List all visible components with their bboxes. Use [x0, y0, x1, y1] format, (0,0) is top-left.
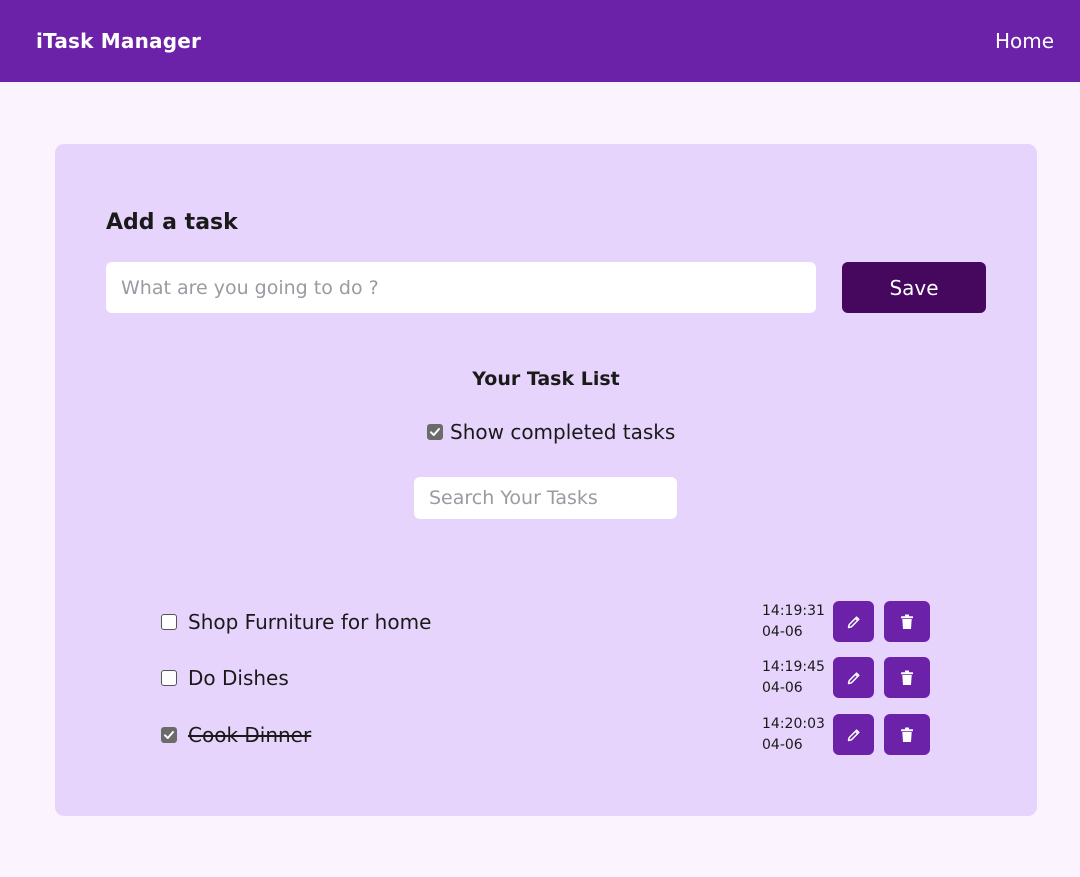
task-row: Cook Dinner 14:20:03 04-06 — [161, 714, 931, 756]
task-date: 04-06 — [762, 737, 803, 753]
show-completed-label: Show completed tasks — [450, 420, 676, 444]
show-completed-checkbox[interactable] — [427, 424, 443, 440]
task-card: Add a task Save Your Task List Show comp… — [55, 144, 1037, 816]
task-date: 04-06 — [762, 680, 803, 696]
trash-icon — [901, 727, 913, 742]
task-date: 04-06 — [762, 624, 803, 640]
check-icon — [164, 731, 174, 739]
show-completed-toggle[interactable]: Show completed tasks — [427, 420, 675, 444]
nav-home-link[interactable]: Home — [995, 29, 1054, 53]
pencil-icon — [847, 615, 860, 628]
trash-icon — [901, 614, 913, 629]
navbar: iTask Manager Home — [0, 0, 1080, 82]
delete-button[interactable] — [884, 657, 930, 698]
task-time: 14:20:03 — [762, 716, 825, 732]
task-time: 14:19:45 — [762, 659, 825, 675]
pencil-icon — [847, 728, 860, 741]
task-left: Do Dishes — [161, 657, 289, 699]
pencil-icon — [847, 671, 860, 684]
task-time: 14:19:31 — [762, 603, 825, 619]
task-list-heading: Your Task List — [472, 368, 620, 390]
add-task-heading: Add a task — [106, 210, 238, 235]
task-text: Cook Dinner — [188, 723, 312, 747]
task-row: Shop Furniture for home 14:19:31 04-06 — [161, 601, 931, 643]
brand-logo[interactable]: iTask Manager — [36, 29, 201, 53]
task-checkbox[interactable] — [161, 614, 177, 630]
trash-icon — [901, 670, 913, 685]
check-icon — [430, 428, 440, 436]
task-timestamp: 14:19:31 04-06 — [762, 601, 832, 643]
task-row: Do Dishes 14:19:45 04-06 — [161, 657, 931, 699]
task-checkbox[interactable] — [161, 670, 177, 686]
edit-button[interactable] — [833, 657, 874, 698]
edit-button[interactable] — [833, 714, 874, 755]
task-input[interactable] — [106, 262, 816, 313]
search-input[interactable] — [414, 477, 677, 519]
task-left: Cook Dinner — [161, 714, 311, 756]
delete-button[interactable] — [884, 714, 930, 755]
task-checkbox[interactable] — [161, 727, 177, 743]
save-button[interactable]: Save — [842, 262, 986, 313]
task-timestamp: 14:20:03 04-06 — [762, 714, 832, 756]
delete-button[interactable] — [884, 601, 930, 642]
task-timestamp: 14:19:45 04-06 — [762, 657, 832, 699]
task-text: Shop Furniture for home — [188, 610, 432, 634]
task-left: Shop Furniture for home — [161, 601, 431, 643]
edit-button[interactable] — [833, 601, 874, 642]
task-text: Do Dishes — [188, 666, 289, 690]
